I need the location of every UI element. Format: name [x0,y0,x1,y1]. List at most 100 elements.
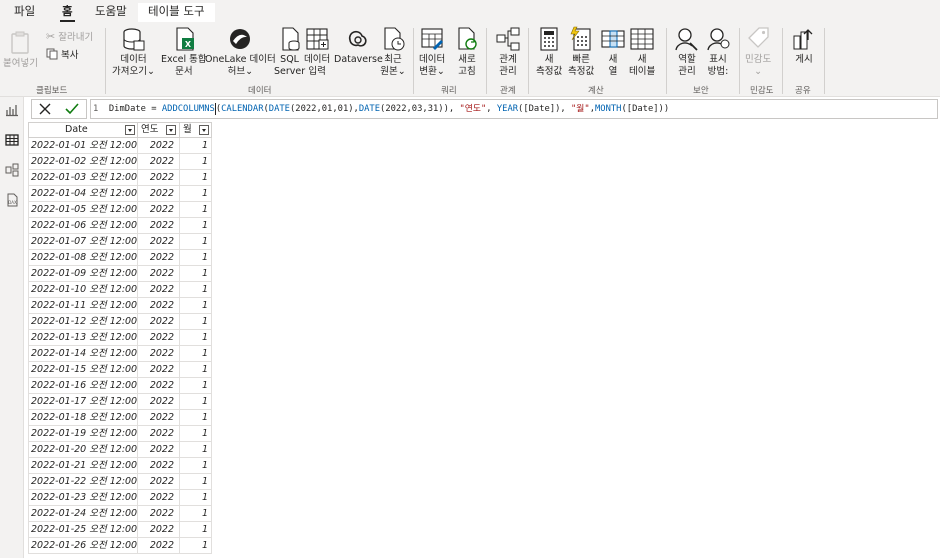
onelake-hub-button[interactable]: OneLake 데이터 허브⌄ [205,26,276,78]
column-header-month[interactable]: 월 [180,122,212,138]
cell-year[interactable]: 2022 [138,138,180,154]
sql-server-button[interactable]: SQL Server [274,26,305,78]
cell-month[interactable]: 1 [180,506,212,522]
table-row[interactable]: 2022-01-09 오전 12:00:0020221 [28,266,212,282]
cell-year[interactable]: 2022 [138,538,180,554]
cell-date[interactable]: 2022-01-04 오전 12:00:00 [28,186,138,202]
cell-month[interactable]: 1 [180,314,212,330]
tab-help[interactable]: 도움말 [93,3,129,22]
tab-home[interactable]: 홈 [60,3,75,22]
new-table-button[interactable]: 새 테이블 [629,26,655,78]
cell-month[interactable]: 1 [180,442,212,458]
column-header-year[interactable]: 연도 [138,122,180,138]
publish-button[interactable]: 게시 [791,26,817,66]
cell-date[interactable]: 2022-01-21 오전 12:00:00 [28,458,138,474]
cell-date[interactable]: 2022-01-11 오전 12:00:00 [28,298,138,314]
cell-date[interactable]: 2022-01-07 오전 12:00:00 [28,234,138,250]
cell-month[interactable]: 1 [180,474,212,490]
cell-month[interactable]: 1 [180,426,212,442]
cell-month[interactable]: 1 [180,362,212,378]
cell-year[interactable]: 2022 [138,218,180,234]
cell-year[interactable]: 2022 [138,442,180,458]
table-row[interactable]: 2022-01-17 오전 12:00:0020221 [28,394,212,410]
paste-button[interactable]: 붙여넣기 [3,30,38,70]
cell-month[interactable]: 1 [180,170,212,186]
cell-year[interactable]: 2022 [138,474,180,490]
cell-month[interactable]: 1 [180,218,212,234]
table-row[interactable]: 2022-01-15 오전 12:00:0020221 [28,362,212,378]
cell-date[interactable]: 2022-01-24 오전 12:00:00 [28,506,138,522]
refresh-button[interactable]: 새로 고침 [454,26,480,78]
cell-year[interactable]: 2022 [138,362,180,378]
cell-year[interactable]: 2022 [138,154,180,170]
cell-month[interactable]: 1 [180,378,212,394]
table-row[interactable]: 2022-01-10 오전 12:00:0020221 [28,282,212,298]
sensitivity-button[interactable]: 민감도 ⌄ [745,26,771,78]
cell-date[interactable]: 2022-01-12 오전 12:00:00 [28,314,138,330]
cell-month[interactable]: 1 [180,266,212,282]
table-row[interactable]: 2022-01-02 오전 12:00:0020221 [28,154,212,170]
manage-relationships-button[interactable]: 관계 관리 [495,26,521,78]
cell-month[interactable]: 1 [180,410,212,426]
cell-year[interactable]: 2022 [138,330,180,346]
dax-query-view-icon[interactable]: DAX [5,193,19,207]
cell-date[interactable]: 2022-01-16 오전 12:00:00 [28,378,138,394]
cell-year[interactable]: 2022 [138,458,180,474]
table-row[interactable]: 2022-01-21 오전 12:00:0020221 [28,458,212,474]
cell-month[interactable]: 1 [180,298,212,314]
cell-date[interactable]: 2022-01-18 오전 12:00:00 [28,410,138,426]
table-row[interactable]: 2022-01-23 오전 12:00:0020221 [28,490,212,506]
cell-year[interactable]: 2022 [138,314,180,330]
cell-date[interactable]: 2022-01-03 오전 12:00:00 [28,170,138,186]
cell-date[interactable]: 2022-01-06 오전 12:00:00 [28,218,138,234]
cell-month[interactable]: 1 [180,154,212,170]
cell-month[interactable]: 1 [180,538,212,554]
cell-date[interactable]: 2022-01-01 오전 12:00:00 [28,138,138,154]
cell-month[interactable]: 1 [180,234,212,250]
cell-year[interactable]: 2022 [138,234,180,250]
cell-date[interactable]: 2022-01-17 오전 12:00:00 [28,394,138,410]
table-row[interactable]: 2022-01-05 오전 12:00:0020221 [28,202,212,218]
cell-month[interactable]: 1 [180,282,212,298]
table-row[interactable]: 2022-01-25 오전 12:00:0020221 [28,522,212,538]
cell-month[interactable]: 1 [180,490,212,506]
cell-year[interactable]: 2022 [138,506,180,522]
cut-button[interactable]: ✂ 잘라내기 [46,29,93,44]
cell-year[interactable]: 2022 [138,378,180,394]
table-row[interactable]: 2022-01-12 오전 12:00:0020221 [28,314,212,330]
cell-month[interactable]: 1 [180,346,212,362]
table-row[interactable]: 2022-01-06 오전 12:00:0020221 [28,218,212,234]
tab-file[interactable]: 파일 [12,3,37,22]
cell-month[interactable]: 1 [180,202,212,218]
report-view-icon[interactable] [5,103,19,117]
cell-month[interactable]: 1 [180,186,212,202]
table-row[interactable]: 2022-01-01 오전 12:00:0020221 [28,138,212,154]
cell-year[interactable]: 2022 [138,266,180,282]
cell-year[interactable]: 2022 [138,522,180,538]
cell-year[interactable]: 2022 [138,410,180,426]
cell-month[interactable]: 1 [180,522,212,538]
cell-year[interactable]: 2022 [138,202,180,218]
table-row[interactable]: 2022-01-26 오전 12:00:0020221 [28,538,212,554]
cell-date[interactable]: 2022-01-09 오전 12:00:00 [28,266,138,282]
cell-year[interactable]: 2022 [138,282,180,298]
view-as-button[interactable]: 표시 방법: [705,26,731,78]
new-column-button[interactable]: 새 열 [600,26,626,78]
column-filter-dropdown[interactable] [199,125,209,135]
cell-date[interactable]: 2022-01-08 오전 12:00:00 [28,250,138,266]
cell-month[interactable]: 1 [180,250,212,266]
cell-date[interactable]: 2022-01-26 오전 12:00:00 [28,538,138,554]
cancel-icon[interactable] [38,102,52,116]
column-header-date[interactable]: Date [28,122,138,138]
cell-date[interactable]: 2022-01-02 오전 12:00:00 [28,154,138,170]
cell-date[interactable]: 2022-01-22 오전 12:00:00 [28,474,138,490]
table-row[interactable]: 2022-01-18 오전 12:00:0020221 [28,410,212,426]
table-row[interactable]: 2022-01-11 오전 12:00:0020221 [28,298,212,314]
cell-year[interactable]: 2022 [138,394,180,410]
table-view-icon[interactable] [5,133,19,147]
cell-date[interactable]: 2022-01-14 오전 12:00:00 [28,346,138,362]
cell-date[interactable]: 2022-01-25 오전 12:00:00 [28,522,138,538]
column-filter-dropdown[interactable] [166,125,176,135]
cell-date[interactable]: 2022-01-19 오전 12:00:00 [28,426,138,442]
excel-workbook-button[interactable]: X Excel 통합 문서 [161,26,207,78]
